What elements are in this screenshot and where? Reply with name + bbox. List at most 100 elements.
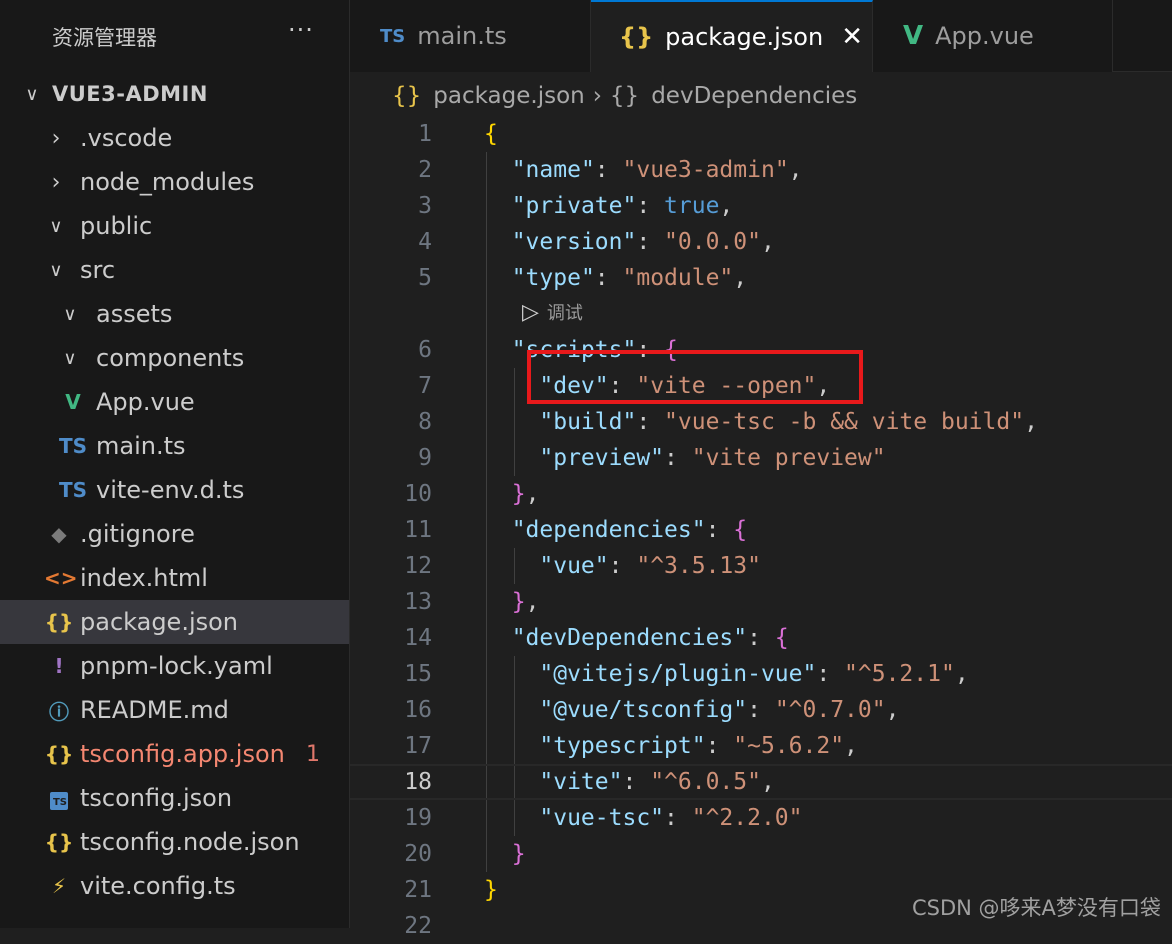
debug-codelens[interactable]: ▷ 调试 bbox=[522, 296, 583, 328]
tree-item[interactable]: ∨ public bbox=[0, 204, 349, 248]
line-number: 20 bbox=[404, 841, 432, 867]
breadcrumb-item-devdependencies[interactable]: devDependencies bbox=[651, 83, 857, 109]
code-token: : bbox=[622, 769, 651, 795]
code-text: { bbox=[484, 116, 498, 152]
tree-item[interactable]: ◆ .gitignore bbox=[0, 512, 349, 556]
line-number: 8 bbox=[418, 409, 432, 435]
code-token: "vite preview" bbox=[691, 445, 886, 471]
code-text: "build": "vue-tsc -b && vite build", bbox=[484, 404, 1038, 440]
tree-item-label: index.html bbox=[80, 564, 208, 592]
chevron-down-icon: ∨ bbox=[25, 83, 39, 105]
close-icon[interactable]: ✕ bbox=[841, 22, 863, 52]
line-number: 5 bbox=[418, 265, 432, 291]
code-token: "vite" bbox=[539, 769, 623, 795]
explorer-sidebar: 资源管理器 ··· ∨ VUE3-ADMIN › .vscode › node_modul… bbox=[0, 0, 350, 928]
tab-app-vue[interactable]: V App.vue bbox=[873, 0, 1113, 72]
watermark: CSDN @哆来A梦没有口袋 bbox=[912, 896, 1161, 920]
code-text: } bbox=[484, 836, 526, 872]
tree-item-label: components bbox=[96, 344, 245, 372]
tree-item[interactable]: ∨ src bbox=[0, 248, 349, 292]
code-line: 10 }, bbox=[350, 476, 1172, 512]
tree-item[interactable]: ⓘ README.md bbox=[0, 688, 349, 732]
tree-item[interactable]: ∨ VUE3-ADMIN bbox=[0, 72, 349, 116]
json-icon: {} bbox=[44, 610, 74, 634]
code-token: "^6.0.5" bbox=[650, 769, 761, 795]
tree-item[interactable]: ∨ assets bbox=[0, 292, 349, 336]
tab-main-ts[interactable]: TS main.ts bbox=[350, 0, 591, 72]
tree-item[interactable]: TS tsconfig.json bbox=[0, 776, 349, 820]
code-token: "name" bbox=[511, 157, 595, 183]
code-text: "preview": "vite preview" bbox=[484, 440, 886, 476]
code-token: , bbox=[788, 157, 803, 183]
code-token: : bbox=[705, 733, 734, 759]
code-token: "preview" bbox=[539, 445, 665, 471]
code-token: , bbox=[719, 193, 734, 219]
breadcrumb-item-file[interactable]: package.json bbox=[433, 83, 584, 109]
code-token: : bbox=[594, 265, 623, 291]
code-token: "dependencies" bbox=[511, 517, 706, 543]
line-number: 16 bbox=[404, 697, 432, 723]
tree-item[interactable]: {} package.json bbox=[0, 600, 349, 644]
tree-item[interactable]: › node_modules bbox=[0, 160, 349, 204]
more-actions-button[interactable]: ··· bbox=[288, 16, 314, 44]
tree-item[interactable]: › .vscode bbox=[0, 116, 349, 160]
tree-item[interactable]: <> index.html bbox=[0, 556, 349, 600]
tab-package-json[interactable]: {} package.json ✕ bbox=[591, 0, 873, 72]
object-icon: {} bbox=[609, 83, 640, 109]
tree-item[interactable]: TS vite-env.d.ts bbox=[0, 468, 349, 512]
chevron-right-icon: › bbox=[592, 83, 602, 109]
code-token: { bbox=[733, 517, 748, 543]
code-token: : bbox=[664, 445, 692, 471]
tree-item[interactable]: {} tsconfig.app.json 1 bbox=[0, 732, 349, 776]
tree-item-label: .gitignore bbox=[80, 520, 195, 548]
tree-item-label: vite-env.d.ts bbox=[96, 476, 245, 504]
code-token: "vue3-admin" bbox=[622, 157, 789, 183]
code-line: 5 "type": "module", bbox=[350, 260, 1172, 296]
tsconfig-icon: TS bbox=[44, 786, 74, 810]
tree-item[interactable]: TS main.ts bbox=[0, 424, 349, 468]
code-token: , bbox=[760, 769, 775, 795]
code-token: : bbox=[664, 805, 692, 831]
html-icon: <> bbox=[44, 566, 78, 590]
code-line: 18 "vite": "^6.0.5", bbox=[350, 764, 1172, 800]
code-line: 19 "vue-tsc": "^2.2.0" bbox=[350, 800, 1172, 836]
tree-item-label: assets bbox=[96, 300, 173, 328]
code-token: : bbox=[636, 409, 665, 435]
tab-label: main.ts bbox=[417, 22, 507, 50]
code-token: "vue-tsc" bbox=[539, 805, 665, 831]
code-text: "@vitejs/plugin-vue": "^5.2.1", bbox=[484, 656, 968, 692]
vite-icon: ⚡ bbox=[51, 874, 67, 898]
code-editor[interactable]: ▷ 调试 1{2 "name": "vue3-admin", 3 "private… bbox=[350, 116, 1172, 939]
line-number: 12 bbox=[404, 553, 432, 579]
problem-count-badge: 1 bbox=[306, 741, 320, 767]
code-text: "@vue/tsconfig": "^0.7.0", bbox=[484, 692, 899, 728]
tree-item[interactable]: ⚡ vite.config.ts bbox=[0, 864, 349, 908]
tree-item[interactable]: {} tsconfig.node.json bbox=[0, 820, 349, 864]
codelens-label: 调试 bbox=[546, 303, 583, 324]
chevron-down-icon: ∨ bbox=[63, 347, 77, 369]
code-token: , bbox=[885, 697, 900, 723]
code-text: "vue-tsc": "^2.2.0" bbox=[484, 800, 802, 836]
code-token: "^5.2.1" bbox=[844, 661, 955, 687]
chevron-right-icon: › bbox=[51, 125, 61, 151]
code-token: true bbox=[664, 193, 720, 219]
tree-item-label: tsconfig.app.json bbox=[80, 740, 285, 768]
tree-item[interactable]: V App.vue bbox=[0, 380, 349, 424]
code-token: "vue-tsc -b && vite build" bbox=[664, 409, 1025, 435]
code-line: 2 "name": "vue3-admin", bbox=[350, 152, 1172, 188]
tree-item[interactable]: ! pnpm-lock.yaml bbox=[0, 644, 349, 688]
line-number: 4 bbox=[418, 229, 432, 255]
code-text: "devDependencies": { bbox=[484, 620, 789, 656]
code-token: : bbox=[594, 157, 623, 183]
file-tree: ∨ VUE3-ADMIN › .vscode › node_modules ∨ public ∨… bbox=[0, 72, 349, 908]
code-token: "module" bbox=[622, 265, 734, 291]
tree-item[interactable]: ∨ components bbox=[0, 336, 349, 380]
highlight-box bbox=[527, 350, 863, 404]
json-icon: {} bbox=[619, 23, 654, 51]
breadcrumb: {} package.json › {} devDependencies bbox=[392, 80, 857, 112]
code-token: } bbox=[484, 877, 498, 903]
json-icon: {} bbox=[44, 742, 74, 766]
